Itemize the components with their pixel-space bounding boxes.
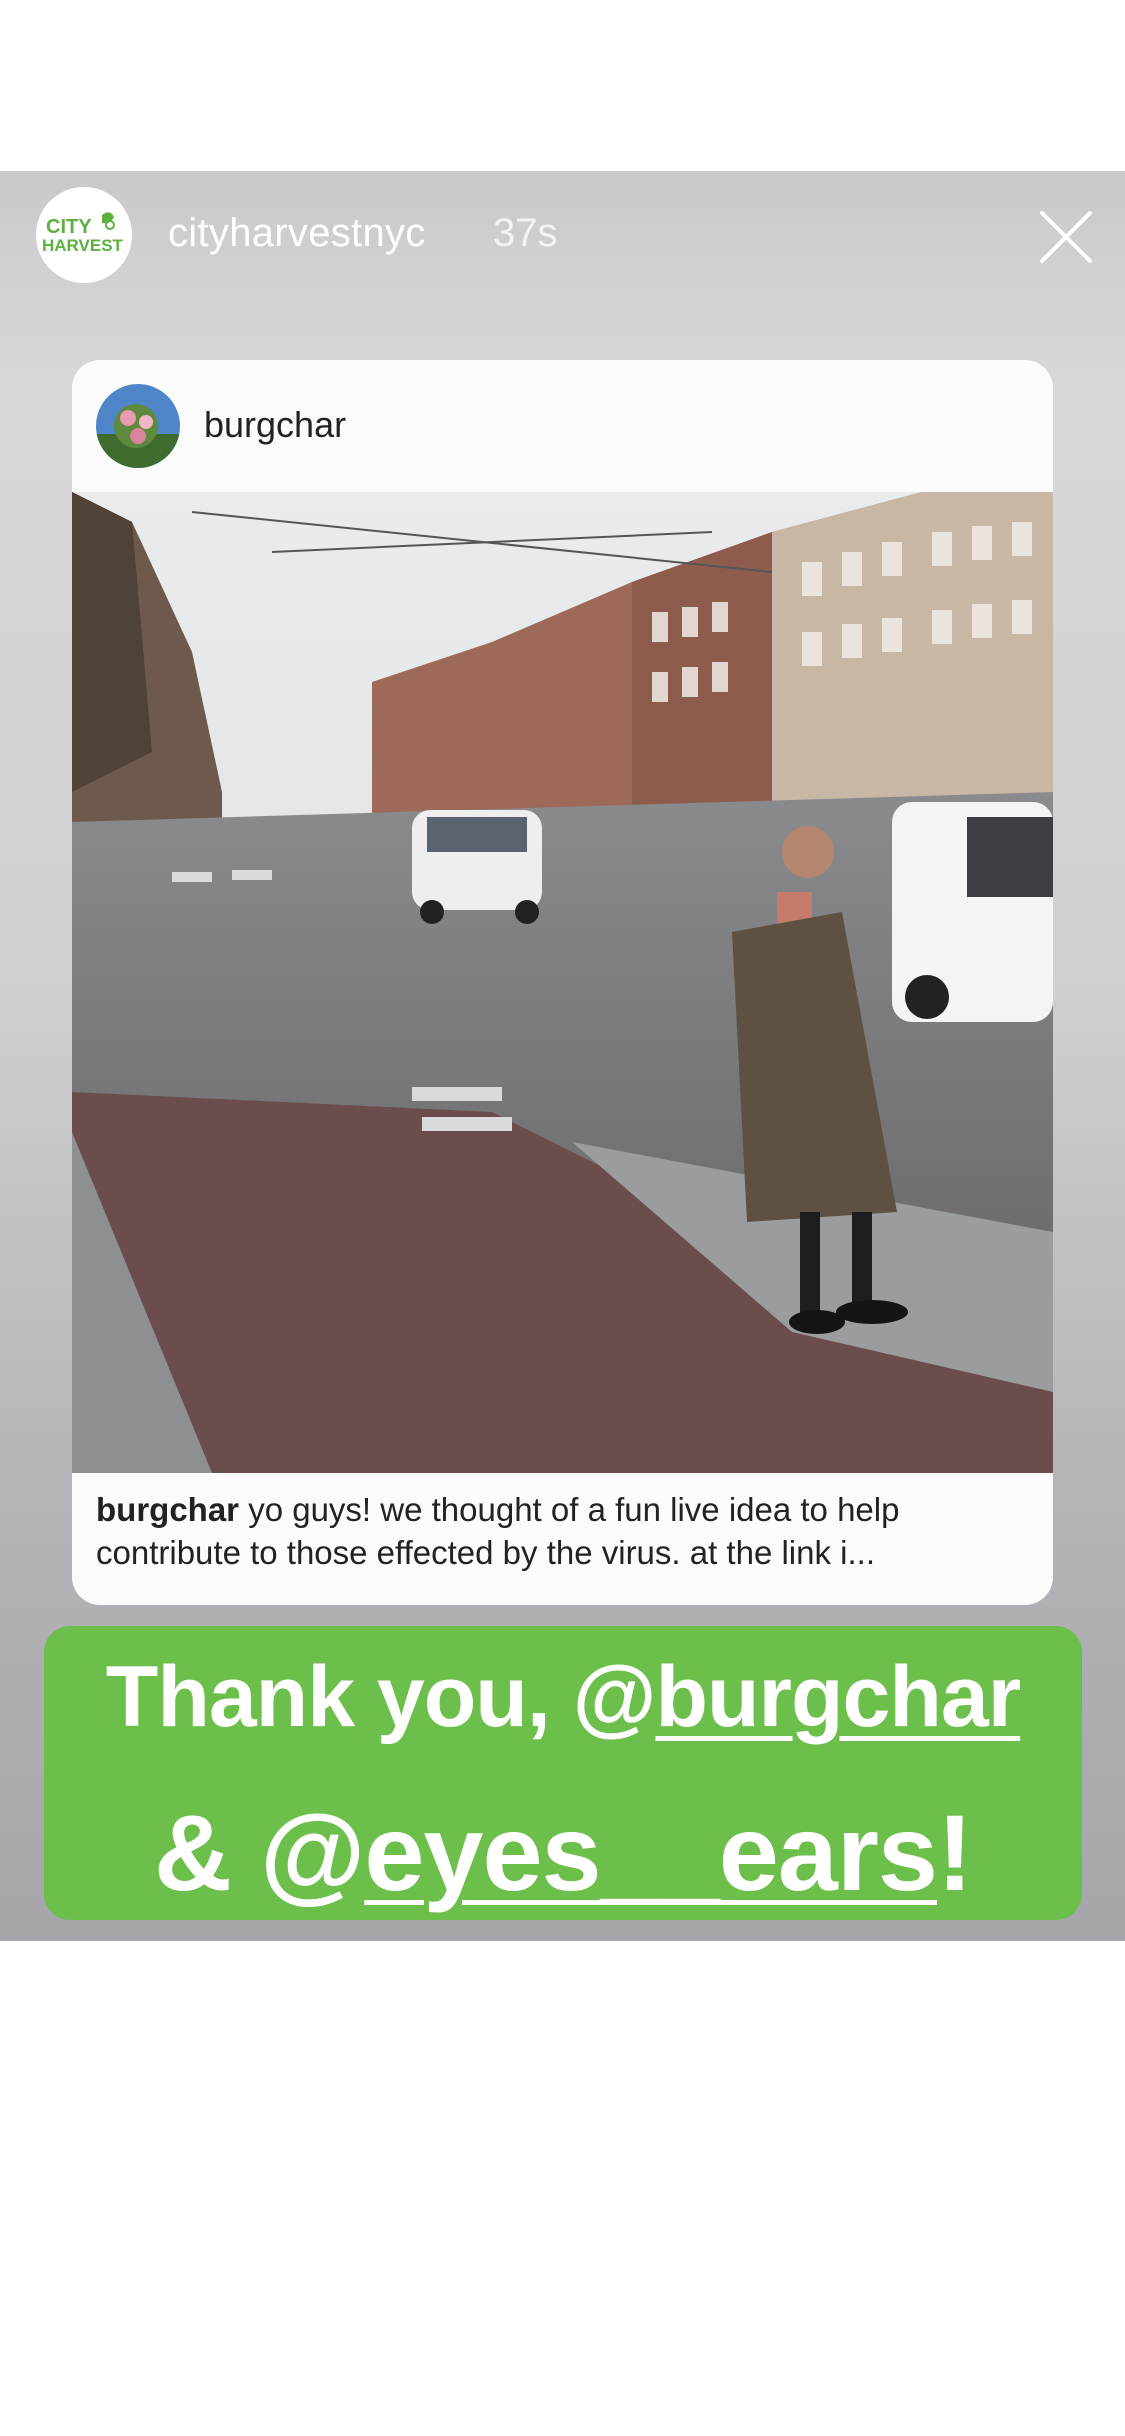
story-elapsed-time: 37s bbox=[493, 211, 558, 255]
shared-post-header: burgchar bbox=[72, 360, 1053, 492]
close-icon[interactable] bbox=[1036, 207, 1096, 267]
thank-you-sticker: Thank you, @burgchar & @eyes__ears! bbox=[44, 1626, 1082, 1920]
sticker-line-2: & @eyes__ears! bbox=[44, 1790, 1082, 1915]
svg-text:CITY: CITY bbox=[46, 216, 92, 238]
caption-username[interactable]: burgchar bbox=[96, 1491, 239, 1528]
post-photo bbox=[72, 492, 1053, 1473]
post-author-username[interactable]: burgchar bbox=[204, 404, 346, 446]
sticker-line-1: Thank you, @burgchar bbox=[44, 1648, 1082, 1747]
story-username[interactable]: cityharvestnyc bbox=[168, 211, 426, 256]
post-caption: burgchar yo guys! we thought of a fun li… bbox=[96, 1488, 1031, 1574]
story-header: CITY HARVEST cityharvestnyc 37s bbox=[0, 171, 1125, 301]
story-viewer[interactable]: CITY HARVEST cityharvestnyc 37s burgchar… bbox=[0, 171, 1125, 1941]
profile-avatar[interactable]: CITY HARVEST bbox=[36, 187, 132, 283]
sticker-prefix-2: & @ bbox=[154, 1792, 365, 1913]
sticker-suffix-2: ! bbox=[936, 1792, 973, 1913]
city-harvest-logo: CITY HARVEST bbox=[36, 187, 132, 283]
shared-post-card[interactable]: burgchar burgchar yo guys! we thought of… bbox=[72, 360, 1053, 1605]
mention-eyes-ears[interactable]: eyes__ears bbox=[364, 1792, 938, 1913]
mention-burgchar[interactable]: burgchar bbox=[655, 1649, 1021, 1745]
svg-text:HARVEST: HARVEST bbox=[42, 236, 124, 255]
sticker-prefix-1: Thank you, @ bbox=[105, 1649, 657, 1745]
post-author-avatar[interactable] bbox=[96, 384, 180, 468]
